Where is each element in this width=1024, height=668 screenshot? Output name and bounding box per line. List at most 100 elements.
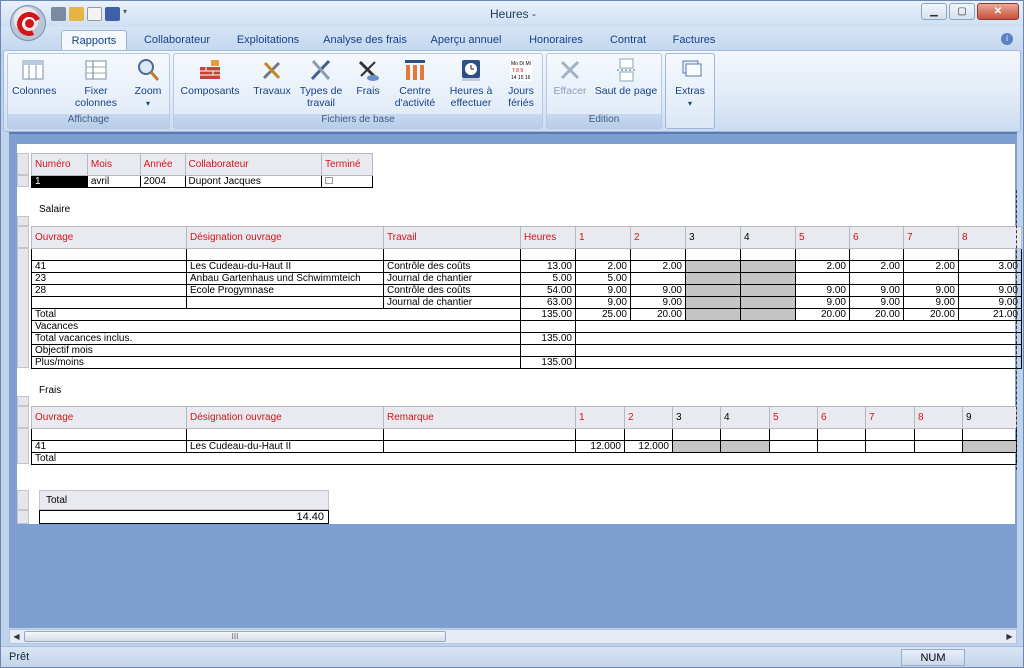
cell[interactable]: Contrôle des coûts (383, 284, 521, 297)
horizontal-scrollbar[interactable]: ◀ III ▶ (9, 629, 1017, 644)
maximize-button[interactable]: ▢ (949, 3, 975, 20)
frais-button[interactable]: Frais (348, 57, 388, 97)
cell[interactable]: Anbau Gartenhaus und Schwimmteich (186, 272, 384, 285)
help-icon[interactable]: i (1001, 33, 1013, 45)
effacer-button[interactable]: Effacer (549, 57, 591, 97)
extras-button[interactable]: Extras ▾ (668, 57, 712, 110)
cell[interactable] (186, 296, 384, 309)
cell[interactable]: 2.00 (903, 260, 959, 273)
cell[interactable]: 2.00 (630, 260, 686, 273)
cell[interactable]: Journal de chantier (383, 296, 521, 309)
cell[interactable]: 3.00 (958, 260, 1022, 273)
cell[interactable]: 54.00 (520, 284, 576, 297)
types-de-travail-button[interactable]: Types de travail (296, 57, 346, 109)
row-header[interactable] (17, 490, 29, 510)
row-header[interactable] (17, 428, 29, 464)
cell[interactable] (865, 440, 915, 453)
tab-rapports[interactable]: Rapports (61, 30, 127, 51)
tab-exploitations[interactable]: Exploitations (227, 30, 309, 51)
scroll-right-icon[interactable]: ▶ (1003, 630, 1016, 643)
cell[interactable]: 9.00 (630, 284, 686, 297)
cell[interactable]: 23 (31, 272, 187, 285)
zoom-button[interactable]: Zoom ▾ (128, 57, 168, 110)
table-row[interactable]: 28 Ecole Progymnase Contrôle des coûts 54.0… (31, 284, 1022, 297)
row-header[interactable] (17, 216, 29, 226)
cell[interactable]: 13.00 (520, 260, 576, 273)
row-header[interactable] (17, 248, 29, 368)
app-menu-button[interactable] (10, 5, 46, 41)
saut-de-page-button[interactable]: Saut de page (593, 57, 659, 97)
heures-a-effectuer-button[interactable]: Heures à effectuer (442, 57, 500, 109)
cell[interactable] (795, 272, 850, 285)
tab-honoraires[interactable]: Honoraires (519, 30, 593, 51)
minimize-button[interactable]: ▁ (921, 3, 947, 20)
row-header[interactable] (17, 396, 29, 406)
centre-activite-button[interactable]: Centre d'activité (390, 57, 440, 109)
cell[interactable]: 2.00 (575, 260, 631, 273)
table-row[interactable]: Journal de chantier 63.00 9.00 9.00 9.00 9.00… (31, 296, 1022, 309)
jours-feries-button[interactable]: Mo Di Mi 7 8 9 14 15 16 Jours fériés (500, 57, 542, 109)
scroll-left-icon[interactable]: ◀ (10, 630, 23, 643)
fixer-colonnes-button[interactable]: Fixer colonnes (64, 57, 128, 109)
tab-analyse-des-frais[interactable]: Analyse des frais (317, 30, 413, 51)
cell[interactable]: 12.000 (624, 440, 673, 453)
cell[interactable]: 9.00 (575, 296, 631, 309)
row-header[interactable] (17, 510, 29, 524)
table-row[interactable]: 23 Anbau Gartenhaus und Schwimmteich Journ… (31, 272, 1022, 285)
cell[interactable]: 9.00 (958, 284, 1022, 297)
cell[interactable]: 5.00 (520, 272, 576, 285)
cell[interactable]: Journal de chantier (383, 272, 521, 285)
cell[interactable]: 5.00 (575, 272, 631, 285)
cell[interactable] (817, 440, 866, 453)
scroll-thumb[interactable]: III (24, 631, 446, 642)
cell[interactable] (849, 272, 904, 285)
tab-contrat[interactable]: Contrat (601, 30, 655, 51)
travaux-button[interactable]: Travaux (248, 57, 296, 97)
numero-field[interactable]: 1 (31, 175, 88, 188)
cell[interactable] (630, 272, 686, 285)
close-button[interactable]: ✕ (977, 3, 1019, 20)
cell[interactable]: 9.00 (630, 296, 686, 309)
cell: 25.00 (575, 308, 631, 321)
cell[interactable]: 28 (31, 284, 187, 297)
cell[interactable]: 63.00 (520, 296, 576, 309)
cell[interactable]: 9.00 (575, 284, 631, 297)
cell[interactable]: 41 (31, 260, 187, 273)
cell[interactable]: 9.00 (849, 284, 904, 297)
cell[interactable]: 9.00 (849, 296, 904, 309)
composants-button[interactable]: Composants (178, 57, 242, 97)
cell[interactable] (383, 440, 576, 453)
tab-factures[interactable]: Factures (663, 30, 725, 51)
cell[interactable]: 2.00 (795, 260, 850, 273)
cell[interactable]: 9.00 (903, 296, 959, 309)
cell[interactable]: Les Cudeau-du-Haut II (186, 260, 384, 273)
cell[interactable]: 9.00 (903, 284, 959, 297)
table-row[interactable]: 41 Les Cudeau-du-Haut II 12.000 12.000 (31, 440, 1017, 453)
table-row[interactable]: 41 Les Cudeau-du-Haut II Contrôle des coût… (31, 260, 1022, 273)
collaborateur-field[interactable]: Dupont Jacques (184, 175, 323, 188)
cell[interactable]: Les Cudeau-du-Haut II (186, 440, 384, 453)
annee-field[interactable]: 2004 (139, 175, 186, 188)
cell[interactable]: Ecole Progymnase (186, 284, 384, 297)
row-header[interactable] (17, 153, 29, 175)
cell[interactable] (769, 440, 818, 453)
row-header[interactable] (17, 175, 29, 187)
row-header[interactable] (17, 406, 29, 428)
colonnes-button[interactable]: Colonnes (12, 57, 56, 97)
cell[interactable]: 9.00 (958, 296, 1022, 309)
row-header[interactable] (17, 226, 29, 248)
cell[interactable]: 12.000 (575, 440, 625, 453)
tab-apercu-annuel[interactable]: Aperçu annuel (421, 30, 511, 51)
cell[interactable]: 2.00 (849, 260, 904, 273)
mois-field[interactable]: avril (86, 175, 141, 188)
cell[interactable]: Contrôle des coûts (383, 260, 521, 273)
cell[interactable] (958, 272, 1022, 285)
cell[interactable]: 9.00 (795, 284, 850, 297)
cell[interactable]: 41 (31, 440, 187, 453)
cell[interactable] (31, 296, 187, 309)
termine-checkbox[interactable] (321, 175, 373, 188)
tab-collaborateur[interactable]: Collaborateur (135, 30, 219, 51)
cell[interactable]: 9.00 (795, 296, 850, 309)
cell[interactable] (914, 440, 963, 453)
cell[interactable] (903, 272, 959, 285)
